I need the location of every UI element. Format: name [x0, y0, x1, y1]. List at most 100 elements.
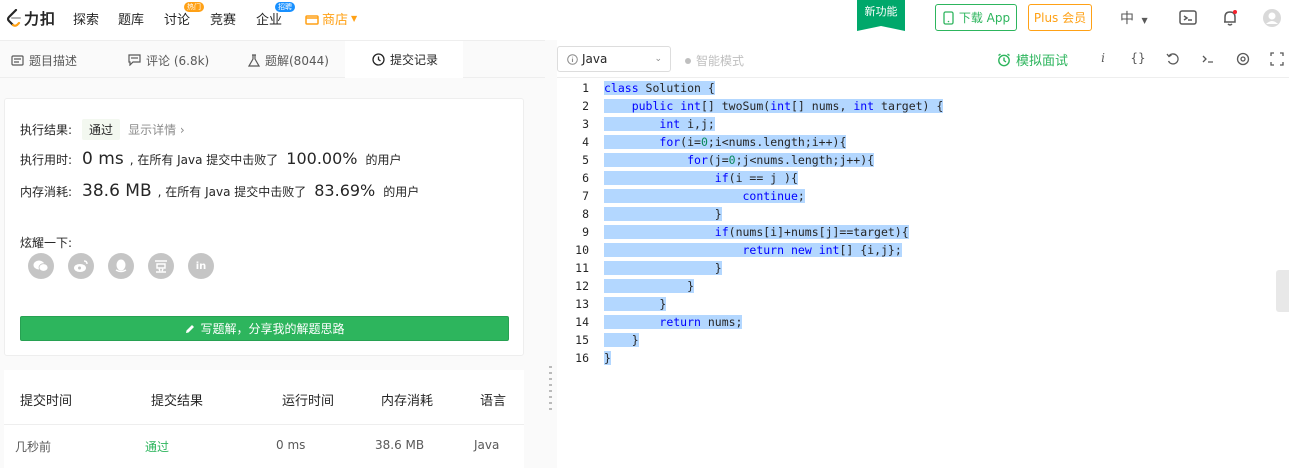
code-text: return new int[] {i,j};: [604, 241, 902, 259]
code-line[interactable]: 13 }: [557, 295, 1257, 313]
code-line[interactable]: 10 return new int[] {i,j};: [557, 241, 1257, 259]
nav-problems[interactable]: 题库: [118, 9, 144, 28]
code-line[interactable]: 7 continue;: [557, 187, 1257, 205]
table-header: 提交时间: [20, 394, 73, 409]
nav-discuss[interactable]: 讨论: [164, 9, 190, 28]
comment-icon: [128, 54, 141, 66]
info-icon: [567, 53, 578, 65]
code-editor[interactable]: 1 class Solution { 2 public int[] twoSum(i…: [557, 78, 1289, 468]
code-line[interactable]: 5 for(j=0;j<nums.length;j++){: [557, 151, 1257, 169]
alarm-clock-icon: [998, 52, 1010, 66]
tab-solutions[interactable]: 题解(8044): [248, 41, 329, 79]
divider: [4, 424, 524, 425]
info-icon[interactable]: i: [1095, 51, 1111, 67]
show-detail-link[interactable]: 显示详情 ›: [128, 121, 185, 138]
code-text: int i,j;: [604, 115, 715, 133]
code-line[interactable]: 1 class Solution {: [557, 79, 1257, 97]
memory-suffix: 的用户: [383, 185, 420, 199]
share-label: 炫耀一下:: [20, 236, 73, 250]
douban-icon[interactable]: [148, 253, 174, 279]
code-line[interactable]: 3 int i,j;: [557, 115, 1257, 133]
reset-icon[interactable]: [1165, 51, 1181, 67]
qq-icon[interactable]: [108, 253, 134, 279]
result-card: 执行结果: 通过 显示详情 › 执行用时: 0 ms , 在所有 Java 提交…: [4, 98, 524, 356]
language-switcher[interactable]: 中 ▼: [1120, 8, 1148, 28]
nav-contest[interactable]: 竞赛: [210, 9, 236, 28]
tab-solutions-label: 题解(8044): [265, 53, 329, 68]
tab-description[interactable]: 题目描述: [11, 41, 77, 79]
code-line[interactable]: 6 if(i == j ){: [557, 169, 1257, 187]
code-line[interactable]: 11 }: [557, 259, 1257, 277]
braces-icon[interactable]: {}: [1130, 51, 1146, 67]
code-line[interactable]: 8 }: [557, 205, 1257, 223]
linkedin-icon[interactable]: in: [188, 253, 214, 279]
chevron-down-icon: ▼: [351, 14, 358, 23]
runtime-label: 执行用时:: [20, 153, 73, 167]
table-cell: Java: [474, 438, 500, 452]
code-text: for(i=0;i<nums.length;i++){: [604, 133, 847, 151]
exec-result-row: 执行结果: 通过 显示详情 ›: [20, 119, 185, 140]
code-line[interactable]: 15 }: [557, 331, 1257, 349]
top-navbar: 力扣 探索 题库 讨论 热门 竞赛 企业 招聘 商店 ▼ 新功能 下载 App …: [0, 0, 1289, 36]
table-header: 运行时间: [282, 394, 335, 409]
table-cell: 38.6 MB: [375, 438, 425, 452]
runtime-value: 0 ms: [82, 149, 124, 169]
language-select[interactable]: Java ⌄: [557, 46, 671, 72]
code-line[interactable]: 16}: [557, 349, 1257, 367]
tab-comments[interactable]: 评论 (6.8k): [128, 41, 209, 79]
playground-icon[interactable]: [1178, 8, 1198, 28]
mock-interview-button[interactable]: 模拟面试: [997, 50, 1068, 69]
table-cell-status[interactable]: 通过: [145, 438, 169, 455]
table-header: 内存消耗: [381, 394, 434, 409]
fullscreen-icon[interactable]: [1269, 51, 1285, 67]
side-float-tab[interactable]: [1276, 270, 1289, 312]
shop-icon: [305, 14, 319, 25]
status-badge: 通过: [82, 119, 121, 140]
weibo-icon[interactable]: [68, 253, 94, 279]
left-tabs: 题目描述 评论 (6.8k) 题解(8044) 提交记录: [0, 40, 545, 79]
avatar[interactable]: [1262, 8, 1282, 28]
submissions-table: 提交时间 提交结果 运行时间 内存消耗 语言 几秒前 通过 0 ms 38.6 …: [4, 370, 524, 468]
tab-submissions[interactable]: 提交记录: [345, 41, 463, 79]
memory-label: 内存消耗:: [20, 185, 73, 199]
settings-icon[interactable]: [1235, 51, 1251, 67]
tab-comments-label: 评论 (6.8k): [146, 53, 210, 68]
nav-shop[interactable]: 商店 ▼: [305, 9, 357, 28]
table-cell: 几秒前: [15, 440, 52, 454]
tab-submissions-label: 提交记录: [390, 53, 439, 67]
leetcode-logo[interactable]: 力扣: [6, 8, 56, 28]
code-text: class Solution {: [604, 81, 715, 95]
download-app-button[interactable]: 下载 App: [935, 4, 1017, 31]
plus-member-button[interactable]: Plus 会员: [1028, 4, 1092, 31]
console-icon[interactable]: [1200, 51, 1216, 67]
memory-value: 38.6 MB: [82, 181, 152, 201]
code-line[interactable]: 9 if(nums[i]+nums[j]==target){: [557, 223, 1257, 241]
code-text: return nums;: [604, 313, 743, 331]
write-solution-label: 写题解，分享我的解题思路: [200, 322, 345, 336]
line-number: 4: [582, 135, 589, 149]
write-solution-button[interactable]: 写题解，分享我的解题思路: [20, 316, 509, 341]
code-text: }: [604, 297, 667, 311]
submission-pane: 执行结果: 通过 显示详情 › 执行用时: 0 ms , 在所有 Java 提交…: [0, 78, 545, 468]
clock-icon: [372, 53, 385, 66]
code-line[interactable]: 2 public int[] twoSum(int[] nums, int ta…: [557, 97, 1257, 115]
document-icon: [11, 54, 24, 66]
drag-handle[interactable]: [549, 366, 552, 410]
code-text: }: [604, 261, 722, 275]
memory-percent: 83.69%: [314, 181, 376, 200]
new-feature-ribbon[interactable]: 新功能: [857, 0, 905, 31]
runtime-percent: 100.00%: [286, 149, 358, 168]
nav-explore[interactable]: 探索: [73, 9, 99, 28]
wechat-icon[interactable]: [28, 253, 54, 279]
code-line[interactable]: 4 for(i=0;i<nums.length;i++){: [557, 133, 1257, 151]
code-text: if(i == j ){: [604, 169, 798, 187]
bell-icon[interactable]: [1220, 8, 1240, 28]
line-number: 8: [582, 207, 589, 221]
code-line[interactable]: 14 return nums;: [557, 313, 1257, 331]
code-line[interactable]: 12 }: [557, 277, 1257, 295]
line-number: 1: [582, 81, 589, 95]
smart-mode-toggle[interactable]: 智能模式: [685, 52, 744, 69]
line-number: 7: [582, 189, 589, 203]
line-number: 5: [582, 153, 589, 167]
line-number: 3: [582, 117, 589, 131]
